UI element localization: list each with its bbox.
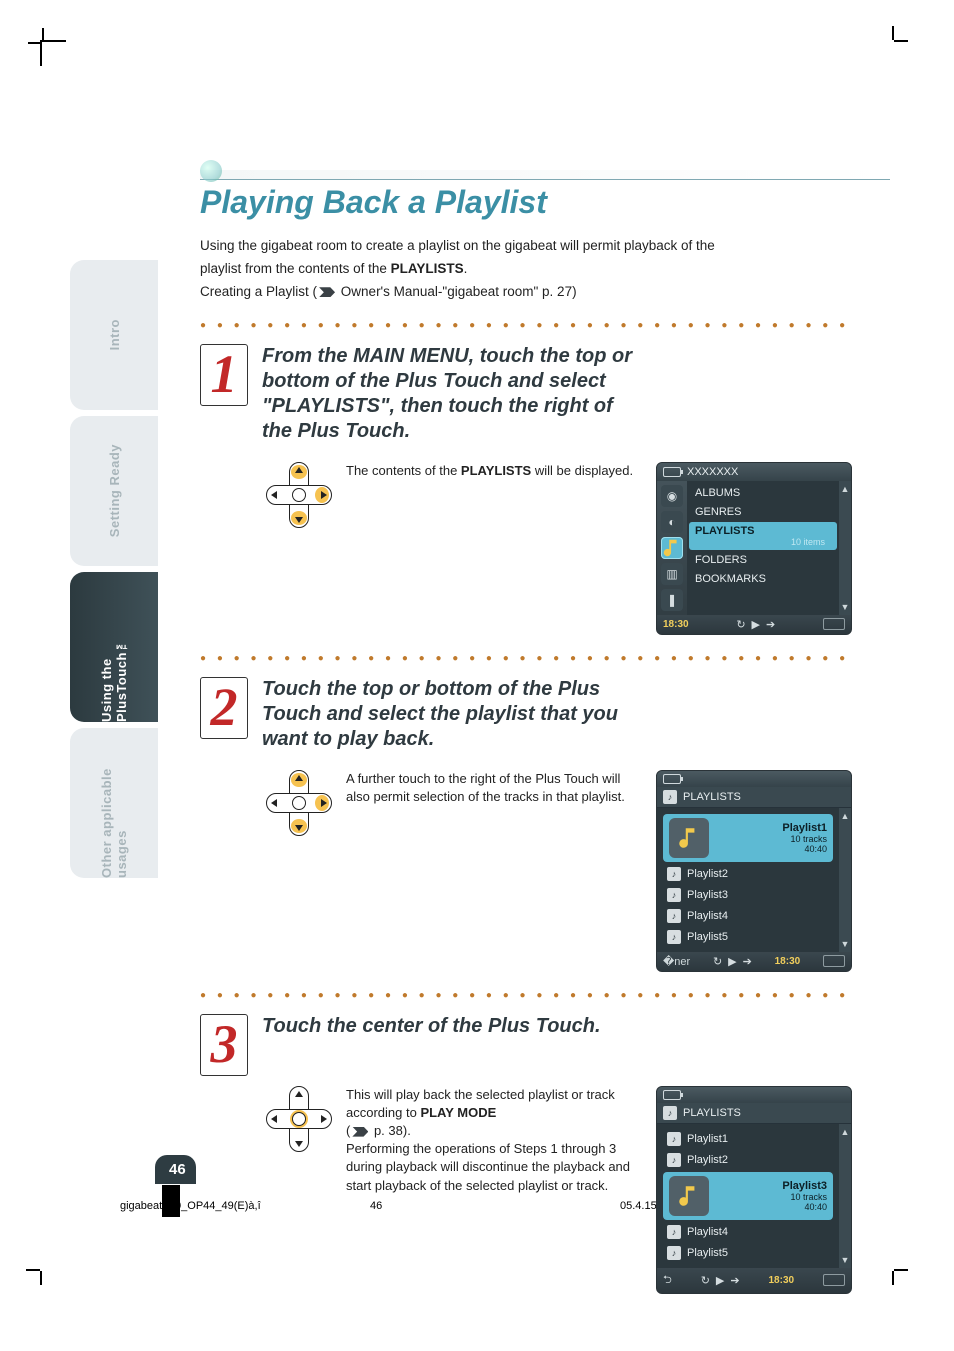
album-art-icon bbox=[669, 818, 709, 858]
playlist-icon: ♪ bbox=[667, 909, 681, 923]
side-tab-setting-ready: Setting Ready bbox=[70, 416, 158, 566]
device-title: XXXXXXX bbox=[687, 466, 738, 478]
divider-dots: ● ● ● ● ● ● ● ● ● ● ● ● ● ● ● ● ● ● ● ● … bbox=[200, 990, 856, 1000]
device-scrollbar[interactable]: ▲▼ bbox=[839, 808, 851, 952]
step-2-body: A further touch to the right of the Plus… bbox=[346, 770, 646, 806]
list-item[interactable]: ♪Playlist5 bbox=[661, 927, 835, 947]
list-item[interactable]: ♪Playlist5 bbox=[661, 1243, 835, 1263]
playlist-icon: ♪ bbox=[667, 930, 681, 944]
side-tab-intro: Intro bbox=[70, 260, 158, 410]
device-side-rail: ◉ ◐ ▥ ❚ bbox=[657, 481, 687, 615]
intro-text-1: Using the gigabeat room to create a play… bbox=[200, 237, 890, 256]
page-number-badge: 46 bbox=[155, 1155, 196, 1184]
status-box bbox=[823, 1274, 845, 1286]
list-item-selected[interactable]: Playlist110 tracks 40:40 bbox=[663, 814, 833, 862]
playlist-icon: ♪ bbox=[667, 867, 681, 881]
intro-text-2: playlist from the contents of the PLAYLI… bbox=[200, 260, 890, 279]
folders-icon[interactable]: ▥ bbox=[661, 563, 683, 585]
playlist-icon: ♪ bbox=[667, 888, 681, 902]
plus-touch-diagram bbox=[266, 1086, 332, 1152]
title-rule bbox=[200, 170, 890, 180]
step-2-heading: Touch the top or bottom of the Plus Touc… bbox=[262, 677, 646, 752]
playlist-icon: ♪ bbox=[663, 790, 677, 804]
playlist-icon: ♪ bbox=[667, 1132, 681, 1146]
step-1-screenshot: XXXXXXX ◉ ◐ ▥ ❚ ALBUMS GENRES PLAYLIS bbox=[656, 462, 856, 635]
step-3-body: This will play back the selected playlis… bbox=[346, 1086, 646, 1195]
playlist-icon: ♪ bbox=[667, 1225, 681, 1239]
genres-icon[interactable]: ◐ bbox=[661, 511, 683, 533]
step-3: ● ● ● ● ● ● ● ● ● ● ● ● ● ● ● ● ● ● ● ● … bbox=[200, 990, 890, 1294]
battery-icon bbox=[663, 1090, 681, 1100]
device-scrollbar[interactable]: ▲▼ bbox=[839, 481, 851, 615]
next-icon[interactable]: ➔ bbox=[730, 1274, 739, 1287]
repeat-icon[interactable]: ↻ bbox=[713, 955, 722, 968]
reference-arrow-icon bbox=[319, 287, 335, 297]
list-item-selected[interactable]: Playlist310 tracks 40:40 bbox=[663, 1172, 833, 1220]
list-item-selected[interactable]: PLAYLISTS10 items bbox=[689, 522, 837, 550]
album-art-icon bbox=[669, 1176, 709, 1216]
list-item[interactable]: BOOKMARKS bbox=[689, 570, 837, 588]
page-title: Playing Back a Playlist bbox=[200, 184, 890, 221]
side-tab-other-usages: Other applicable usages bbox=[70, 728, 158, 878]
step-number-3: 3 bbox=[200, 1014, 248, 1076]
divider-dots: ● ● ● ● ● ● ● ● ● ● ● ● ● ● ● ● ● ● ● ● … bbox=[200, 653, 856, 663]
step-1: ● ● ● ● ● ● ● ● ● ● ● ● ● ● ● ● ● ● ● ● … bbox=[200, 320, 890, 635]
battery-icon bbox=[663, 774, 681, 784]
status-box bbox=[823, 955, 845, 967]
step-3-heading: Touch the center of the Plus Touch. bbox=[262, 1014, 646, 1039]
playlist-icon: ♪ bbox=[667, 1153, 681, 1167]
plus-touch-diagram bbox=[266, 462, 332, 528]
step-number-1: 1 bbox=[200, 344, 248, 406]
reference-arrow-icon bbox=[352, 1127, 368, 1137]
bookmarks-icon[interactable]: ❚ bbox=[661, 589, 683, 611]
list-item[interactable]: ♪Playlist1 bbox=[661, 1129, 835, 1149]
device-titlebar: XXXXXXX bbox=[657, 463, 851, 481]
play-icon[interactable]: ▶ bbox=[716, 1274, 724, 1287]
playlist-icon: ♪ bbox=[667, 1246, 681, 1260]
list-item[interactable]: GENRES bbox=[689, 503, 837, 521]
next-icon[interactable]: ➔ bbox=[766, 618, 775, 631]
clock: 18:30 bbox=[775, 956, 801, 967]
list-item[interactable]: ♪Playlist4 bbox=[661, 1222, 835, 1242]
plus-touch-diagram bbox=[266, 770, 332, 836]
step-2-screenshot: ♪PLAYLISTS Playlist110 tracks 40:40 ♪Pla… bbox=[656, 770, 856, 972]
step-number-2: 2 bbox=[200, 677, 248, 739]
clock: 18:30 bbox=[769, 1275, 795, 1286]
next-icon[interactable]: ➔ bbox=[743, 955, 752, 968]
breadcrumb: ♪PLAYLISTS bbox=[657, 1103, 851, 1124]
list-item[interactable]: ♪Playlist3 bbox=[661, 885, 835, 905]
list-item[interactable]: ♪Playlist4 bbox=[661, 906, 835, 926]
step-2: ● ● ● ● ● ● ● ● ● ● ● ● ● ● ● ● ● ● ● ● … bbox=[200, 653, 890, 972]
status-box bbox=[823, 618, 845, 630]
play-icon[interactable]: ▶ bbox=[752, 618, 760, 631]
step-3-screenshot: ♪PLAYLISTS ♪Playlist1 ♪Playlist2 Playlis… bbox=[656, 1086, 856, 1294]
breadcrumb: ♪PLAYLISTS bbox=[657, 787, 851, 808]
albums-icon[interactable]: ◉ bbox=[661, 485, 683, 507]
list-item[interactable]: ♪Playlist2 bbox=[661, 1150, 835, 1170]
battery-icon bbox=[663, 467, 681, 477]
playlist-icon: ♪ bbox=[663, 1106, 677, 1120]
playlists-icon[interactable] bbox=[661, 537, 683, 559]
divider-dots: ● ● ● ● ● ● ● ● ● ● ● ● ● ● ● ● ● ● ● ● … bbox=[200, 320, 856, 330]
clock: 18:30 bbox=[663, 619, 689, 630]
back-icon[interactable]: ⮌ bbox=[663, 1271, 672, 1290]
decorative-dot-icon bbox=[200, 160, 222, 182]
side-tab-plus-touch: Using the PlusTouch™ bbox=[70, 572, 158, 722]
device-menu-list: ALBUMS GENRES PLAYLISTS10 items FOLDERS … bbox=[687, 481, 839, 615]
step-1-heading: From the MAIN MENU, touch the top or bot… bbox=[262, 344, 646, 444]
side-tab-rail: Intro Setting Ready Using the PlusTouch™… bbox=[70, 260, 160, 1160]
list-item[interactable]: ALBUMS bbox=[689, 484, 837, 502]
back-icon[interactable]: �ner bbox=[663, 955, 690, 968]
intro-text-3: Creating a Playlist ( Owner's Manual-"gi… bbox=[200, 283, 890, 302]
device-scrollbar[interactable]: ▲▼ bbox=[839, 1124, 851, 1268]
list-item[interactable]: ♪Playlist2 bbox=[661, 864, 835, 884]
step-1-body: The contents of the PLAYLISTS will be di… bbox=[346, 462, 646, 480]
list-item[interactable]: FOLDERS bbox=[689, 551, 837, 569]
repeat-icon[interactable]: ↻ bbox=[701, 1274, 710, 1287]
repeat-icon[interactable]: ↻ bbox=[736, 618, 745, 631]
play-icon[interactable]: ▶ bbox=[728, 955, 736, 968]
device-footer: 18:30 ↻ ▶ ➔ bbox=[657, 615, 851, 634]
